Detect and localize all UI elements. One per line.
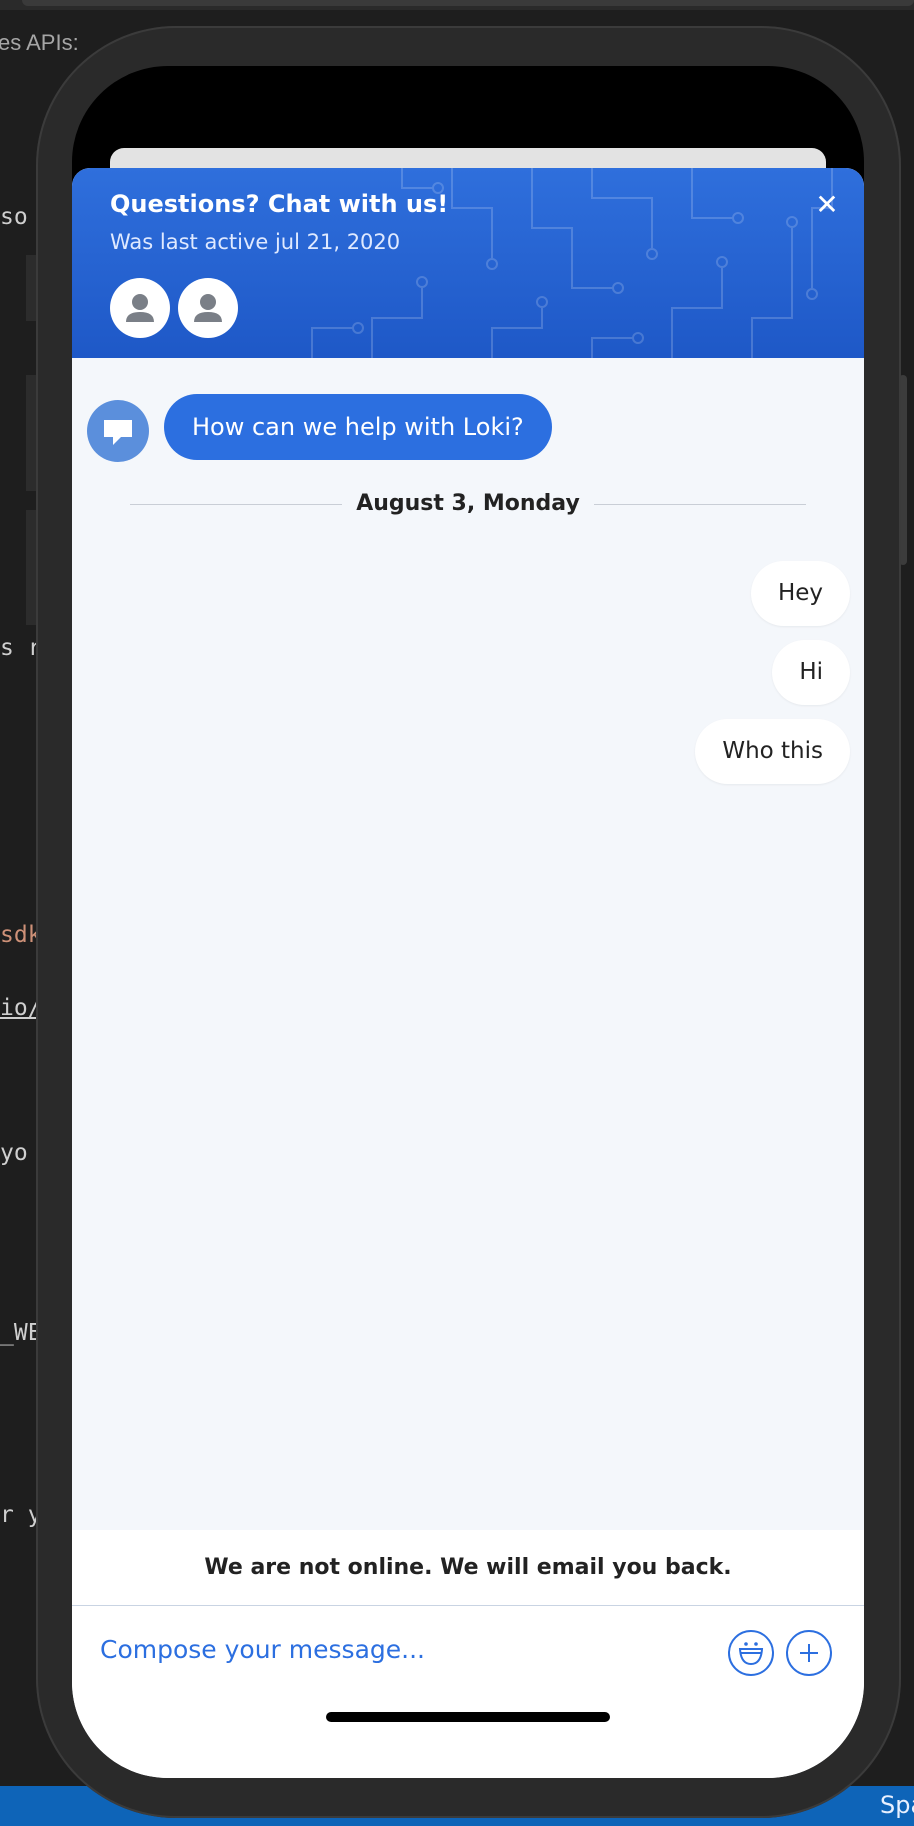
user-silhouette-icon — [126, 294, 154, 322]
editor-tab-strip — [22, 0, 914, 6]
offline-notice: We are not online. We will email you bac… — [72, 1530, 864, 1606]
date-divider: August 3, Monday — [130, 488, 806, 520]
chat-bubble-icon — [104, 420, 132, 445]
last-active-text: Was last active jul 21, 2020 — [110, 230, 401, 254]
emoji-button[interactable] — [728, 1630, 774, 1676]
code-fragment: so — [0, 204, 28, 230]
editor-tab-title[interactable]: es APIs: — [0, 30, 79, 56]
agent-avatar — [110, 278, 170, 338]
chat-widget: Questions? Chat with us! Was last active… — [72, 168, 864, 1778]
editor-top-bar — [0, 0, 914, 10]
agent-avatar — [178, 278, 238, 338]
bot-message-bubble: How can we help with Loki? — [164, 394, 552, 460]
compose-area — [72, 1606, 864, 1778]
message-list: Hey Hi Who this — [695, 561, 850, 784]
home-indicator[interactable] — [326, 1712, 610, 1722]
compose-input[interactable] — [100, 1626, 700, 1672]
editor-gutter-marker — [26, 375, 36, 491]
close-icon: ✕ — [815, 188, 839, 221]
attach-button[interactable] — [786, 1630, 832, 1676]
plus-icon — [800, 1644, 818, 1662]
user-silhouette-icon — [194, 294, 222, 322]
code-fragment: yo — [0, 1140, 28, 1166]
phone-screen: Questions? Chat with us! Was last active… — [72, 66, 864, 1778]
outgoing-message: Hi — [772, 640, 850, 705]
divider-line — [594, 504, 806, 505]
chat-title: Questions? Chat with us! — [110, 190, 449, 218]
chat-header: Questions? Chat with us! Was last active… — [72, 168, 864, 358]
status-bar-indentation[interactable]: Spa — [880, 1791, 914, 1819]
smiley-icon — [738, 1642, 764, 1666]
bot-avatar — [87, 400, 149, 462]
outgoing-message: Who this — [695, 719, 850, 784]
phone-notch — [320, 66, 616, 128]
close-button[interactable]: ✕ — [810, 188, 844, 222]
outgoing-message: Hey — [750, 561, 850, 626]
editor-gutter-marker — [26, 255, 36, 321]
editor-gutter-marker — [26, 510, 36, 625]
